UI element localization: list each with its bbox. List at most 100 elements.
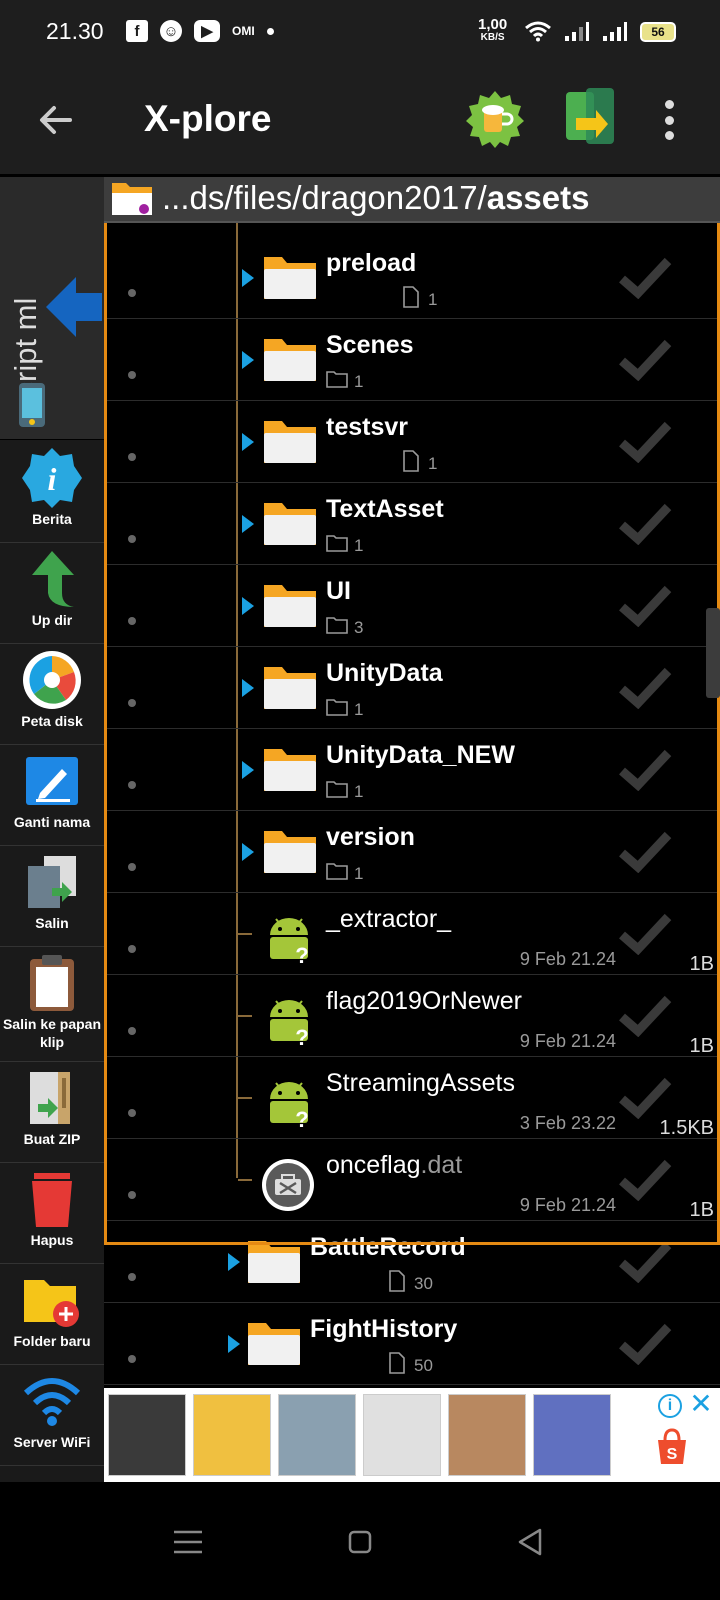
file-row[interactable]: version 1 (104, 809, 720, 893)
expand-arrow-icon[interactable] (242, 433, 254, 451)
path-bar[interactable]: ...ds/files/dragon2017/assets (104, 177, 720, 223)
tool-up-dir[interactable]: Up dir (0, 541, 104, 644)
speed-value: 1,00 (478, 16, 508, 33)
select-check-icon[interactable] (618, 995, 672, 1038)
count-value: 1 (428, 289, 438, 309)
file-row[interactable]: ? StreamingAssets 3 Feb 23.22 1.5KB (104, 1055, 720, 1139)
item-count: 1 (326, 778, 363, 805)
file-row[interactable]: ? _extractor_ 9 Feb 21.24 1B (104, 891, 720, 975)
file-row[interactable]: FightHistory 50 (104, 1301, 720, 1385)
select-check-icon[interactable] (618, 1159, 672, 1202)
tool-create-zip[interactable]: Buat ZIP (0, 1060, 104, 1163)
select-check-icon[interactable] (618, 667, 672, 710)
row-bullet (128, 1273, 136, 1281)
expand-arrow-icon[interactable] (242, 515, 254, 533)
ad-thumbnail[interactable] (363, 1394, 441, 1476)
path-label: ...ds/files/dragon2017/assets (162, 179, 589, 217)
tool-disk-map[interactable]: Peta disk (0, 642, 104, 745)
bitmoji-icon: ☺ (160, 20, 182, 42)
select-check-icon[interactable] (618, 257, 672, 300)
expand-arrow-icon[interactable] (242, 269, 254, 287)
file-row[interactable]: ? flag2019OrNewer 9 Feb 21.24 1B (104, 973, 720, 1057)
ad-thumbnail[interactable] (533, 1394, 611, 1476)
tool-wifi-server[interactable]: Server WiFi (0, 1363, 104, 1466)
file-date: 3 Feb 23.22 (519, 1113, 616, 1133)
tool-sidebar: i Berita Up dir Peta disk Ganti nama Sal… (0, 440, 104, 1510)
folder-count-icon (326, 778, 348, 805)
file-row[interactable]: UnityData 1 (104, 645, 720, 729)
expand-arrow-icon[interactable] (242, 351, 254, 369)
folder-count-icon (326, 696, 348, 723)
system-icons: 56 (524, 20, 676, 42)
expand-arrow-icon[interactable] (242, 761, 254, 779)
file-row[interactable]: Scenes 1 (104, 317, 720, 401)
select-check-icon[interactable] (618, 913, 672, 956)
select-check-icon[interactable] (618, 1323, 672, 1366)
folder-count-icon (326, 368, 348, 395)
expand-arrow-icon[interactable] (242, 679, 254, 697)
svg-text:?: ? (295, 1107, 308, 1129)
count-value: 1 (354, 535, 364, 555)
battery-indicator: 56 (640, 22, 676, 42)
tool-label: Server WiFi (13, 1434, 91, 1450)
tool-copy-clipboard[interactable]: Salin ke papan klip (0, 945, 104, 1062)
select-check-icon[interactable] (618, 1241, 672, 1284)
tool-delete[interactable]: Hapus (0, 1161, 104, 1264)
tool-new-folder[interactable]: Folder baru (0, 1262, 104, 1365)
select-check-icon[interactable] (618, 585, 672, 628)
row-bullet (128, 699, 136, 707)
file-row[interactable]: TextAsset 1 (104, 481, 720, 565)
tool-label: Folder baru (13, 1333, 91, 1349)
file-row[interactable]: UnityData_NEW 1 (104, 727, 720, 811)
file-row[interactable]: onceflag.dat 9 Feb 21.24 1B (104, 1137, 720, 1221)
status-time: 21.30 (46, 18, 104, 44)
file-count-icon (386, 1270, 408, 1297)
ad-thumbnail[interactable] (278, 1394, 356, 1476)
pane-tab[interactable]: script ml (0, 177, 104, 439)
back-nav-icon[interactable] (510, 1522, 550, 1562)
select-check-icon[interactable] (618, 1077, 672, 1120)
svg-text:?: ? (295, 943, 308, 965)
back-arrow-icon[interactable] (36, 100, 76, 140)
switch-pane-icon[interactable] (564, 88, 616, 148)
file-row[interactable]: BattleRecord 30 (104, 1219, 720, 1303)
select-check-icon[interactable] (618, 339, 672, 382)
expand-arrow-icon[interactable] (228, 1335, 240, 1353)
select-check-icon[interactable] (618, 421, 672, 464)
folder-icon (262, 745, 318, 795)
ad-banner[interactable]: i ✕ S (104, 1388, 720, 1482)
ad-thumbnail[interactable] (193, 1394, 271, 1476)
tree-branch (238, 1097, 252, 1099)
shopee-logo-icon[interactable]: S (650, 1426, 694, 1470)
beer-donate-icon[interactable] (466, 90, 524, 148)
ad-close-icon[interactable]: ✕ (688, 1390, 714, 1418)
ad-thumbnail[interactable] (448, 1394, 526, 1476)
file-row[interactable]: UI 3 (104, 563, 720, 647)
tool-copy[interactable]: Salin (0, 844, 104, 947)
tool-news[interactable]: i Berita (0, 440, 104, 543)
tool-rename[interactable]: Ganti nama (0, 743, 104, 846)
file-row[interactable]: preload 1 (104, 235, 720, 319)
select-check-icon[interactable] (618, 749, 672, 792)
expand-arrow-icon[interactable] (242, 843, 254, 861)
zip-icon (30, 1072, 70, 1124)
facebook-icon: f (126, 20, 148, 42)
tool-label: Ganti nama (13, 814, 91, 830)
file-basename: flag2019OrNewer (326, 987, 522, 1015)
ad-thumbnail[interactable] (108, 1394, 186, 1476)
scrollbar-thumb[interactable] (706, 608, 720, 698)
file-name: flag2019OrNewer (326, 987, 522, 1016)
file-row[interactable]: testsvr 1 (104, 399, 720, 483)
menu-nav-icon[interactable] (168, 1522, 208, 1562)
ad-info-icon[interactable]: i (658, 1394, 682, 1418)
select-check-icon[interactable] (618, 503, 672, 546)
home-nav-icon[interactable] (340, 1522, 380, 1562)
overflow-menu-icon[interactable] (664, 100, 674, 140)
expand-arrow-icon[interactable] (228, 1253, 240, 1271)
dat-file-icon (260, 1157, 316, 1213)
device-icon (19, 383, 45, 427)
file-list[interactable]: preload 1 Scenes 1 testsvr 1 TextAsset 1 UI 3 Unit… (104, 223, 720, 1388)
tool-label: Salin ke papan klip (2, 1016, 102, 1050)
expand-arrow-icon[interactable] (242, 597, 254, 615)
select-check-icon[interactable] (618, 831, 672, 874)
